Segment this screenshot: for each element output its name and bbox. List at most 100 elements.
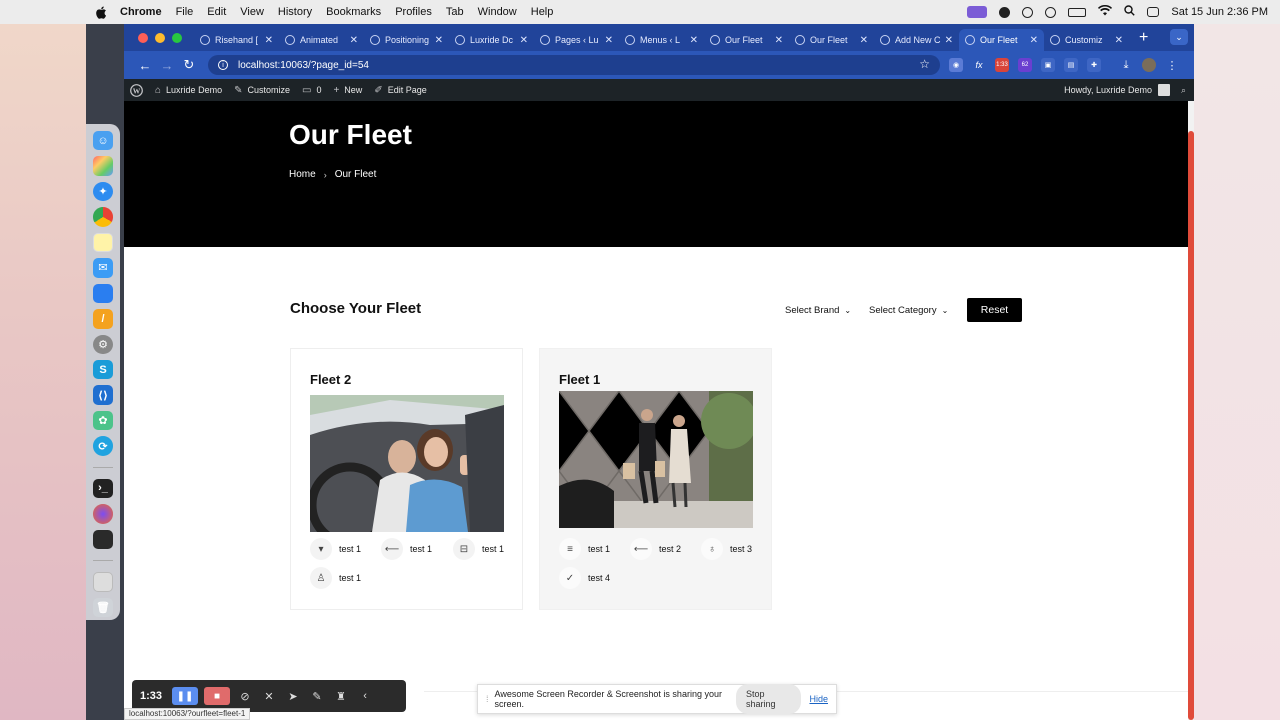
apple-icon[interactable] bbox=[94, 5, 108, 19]
checkmark-status-icon[interactable] bbox=[999, 6, 1011, 18]
wp-site-link[interactable]: ⌂ Luxride Demo bbox=[155, 85, 222, 96]
tab-close-icon[interactable]: ✕ bbox=[1030, 35, 1038, 46]
firefox-icon[interactable] bbox=[93, 504, 113, 524]
tab-close-icon[interactable]: ✕ bbox=[605, 35, 613, 46]
fleet-card[interactable]: Fleet 1 ≡ test 1 ⟵ test 2 ♁ test 3 ✓ tes… bbox=[539, 348, 772, 610]
mic-off-icon[interactable]: ✕ bbox=[260, 687, 278, 705]
recorder-extension-icon[interactable]: 1:33 bbox=[995, 58, 1009, 72]
vpn-icon[interactable] bbox=[1022, 6, 1034, 18]
fx-extension-icon[interactable]: fx bbox=[972, 58, 986, 72]
control-center-icon[interactable] bbox=[1147, 7, 1160, 17]
tab-our-fleet-1[interactable]: Our Fleet ✕ bbox=[704, 29, 789, 51]
fleet-card-image[interactable] bbox=[559, 391, 753, 528]
wp-new-link[interactable]: + New bbox=[333, 85, 362, 96]
wp-customize-link[interactable]: ✎ Customize bbox=[234, 85, 290, 96]
menu-profiles[interactable]: Profiles bbox=[395, 6, 432, 18]
downloads-folder-icon[interactable] bbox=[93, 572, 113, 592]
tab-close-icon[interactable]: ✕ bbox=[435, 35, 443, 46]
more-menu-icon[interactable]: ⋮ bbox=[1165, 58, 1179, 72]
tab-luxride-demo[interactable]: Luxride Dc ✕ bbox=[449, 29, 534, 51]
collapse-chevron-icon[interactable]: ‹ bbox=[356, 687, 374, 705]
skype-icon[interactable]: S bbox=[93, 360, 113, 380]
tab-close-icon[interactable]: ✕ bbox=[1115, 35, 1123, 46]
menubar-clock[interactable]: Sat 15 Jun 2:36 PM bbox=[1171, 6, 1268, 18]
reset-button[interactable]: Reset bbox=[967, 298, 1022, 322]
pen-icon[interactable]: ✎ bbox=[308, 687, 326, 705]
chrome-icon[interactable] bbox=[93, 207, 113, 227]
tab-close-icon[interactable]: ✕ bbox=[520, 35, 528, 46]
wp-logo-icon[interactable]: W bbox=[130, 83, 143, 97]
vscode-icon[interactable]: ⟨⟩ bbox=[93, 385, 113, 405]
close-window-icon[interactable] bbox=[138, 32, 148, 43]
battery-icon[interactable] bbox=[1068, 7, 1087, 17]
trash-icon[interactable]: 🗑 bbox=[93, 597, 113, 617]
fleet-card-title[interactable]: Fleet 2 bbox=[310, 372, 351, 387]
highlighter-icon[interactable]: ♜ bbox=[332, 687, 350, 705]
puzzle-extensions-icon[interactable]: ✚ bbox=[1087, 58, 1101, 72]
back-arrow-icon[interactable]: ← bbox=[134, 58, 156, 73]
tab-customize[interactable]: Customiz ✕ bbox=[1044, 29, 1129, 51]
wp-edit-page-link[interactable]: ✐ Edit Page bbox=[374, 85, 426, 96]
recording-thumbnail-icon[interactable] bbox=[93, 529, 113, 550]
menu-bookmarks[interactable]: Bookmarks bbox=[326, 6, 381, 18]
screen-recorder-icon[interactable] bbox=[967, 6, 988, 18]
menu-view[interactable]: View bbox=[240, 6, 264, 18]
system-settings-icon[interactable]: ⚙ bbox=[93, 334, 113, 354]
tab-close-icon[interactable]: ✕ bbox=[350, 35, 358, 46]
screen-extension-icon[interactable]: ▣ bbox=[1041, 58, 1055, 72]
tab-pages[interactable]: Pages ‹ Lu ✕ bbox=[534, 29, 619, 51]
menu-edit[interactable]: Edit bbox=[207, 6, 226, 18]
scrollbar-thumb[interactable] bbox=[1188, 131, 1194, 720]
reload-icon[interactable]: ↻ bbox=[178, 57, 200, 73]
chatgpt-icon[interactable]: ✿ bbox=[93, 410, 113, 431]
mail-icon[interactable]: ✉ bbox=[93, 258, 113, 278]
tab-close-icon[interactable]: ✕ bbox=[265, 35, 273, 46]
local-app-icon[interactable]: ⟳ bbox=[93, 436, 113, 456]
menu-help[interactable]: Help bbox=[531, 6, 554, 18]
tab-risehand[interactable]: Risehand [✕ bbox=[194, 29, 279, 51]
camera-off-icon[interactable]: ⊘ bbox=[236, 687, 254, 705]
brand-select[interactable]: Select Brand ⌄ bbox=[785, 305, 851, 316]
wp-search-icon[interactable]: ⌕ bbox=[1181, 85, 1186, 96]
wp-comments-link[interactable]: ▭ 0 bbox=[302, 85, 321, 96]
safari-icon[interactable]: ✦ bbox=[93, 181, 113, 202]
page-scrollbar[interactable] bbox=[1188, 101, 1194, 720]
tab-animated[interactable]: Animated ✕ bbox=[279, 29, 364, 51]
address-bar[interactable]: i localhost:10063/?page_id=54 ☆ bbox=[208, 55, 940, 75]
fleet-card-title[interactable]: Fleet 1 bbox=[559, 372, 600, 387]
minimize-window-icon[interactable] bbox=[155, 32, 165, 43]
tab-search-chevron-icon[interactable]: ⌄ bbox=[1170, 29, 1188, 45]
menu-window[interactable]: Window bbox=[478, 6, 517, 18]
pause-icon[interactable]: ❚❚ bbox=[172, 687, 199, 705]
maximize-window-icon[interactable] bbox=[172, 32, 182, 43]
cursor-icon[interactable]: ➤ bbox=[284, 687, 302, 705]
keynote-icon[interactable] bbox=[93, 283, 113, 304]
bookmark-star-icon[interactable]: ☆ bbox=[919, 57, 930, 71]
tab-our-fleet-2[interactable]: Our Fleet ✕ bbox=[789, 29, 874, 51]
tab-close-icon[interactable]: ✕ bbox=[690, 35, 698, 46]
tab-menus[interactable]: Menus ‹ L ✕ bbox=[619, 29, 704, 51]
hide-link[interactable]: Hide bbox=[809, 694, 828, 704]
pencil-app-icon[interactable]: / bbox=[93, 309, 113, 329]
tab-our-fleet-active[interactable]: Our Fleet ✕ bbox=[959, 29, 1044, 51]
stop-sharing-button[interactable]: Stop sharing bbox=[736, 684, 802, 714]
play-icon[interactable] bbox=[1045, 6, 1057, 18]
tab-add-new[interactable]: Add New C ✕ bbox=[874, 29, 959, 51]
site-info-icon[interactable]: i bbox=[218, 60, 228, 70]
tab-close-icon[interactable]: ✕ bbox=[860, 35, 868, 46]
menu-history[interactable]: History bbox=[278, 6, 312, 18]
forward-arrow-icon[interactable]: → bbox=[156, 58, 178, 73]
profile-avatar[interactable] bbox=[1142, 58, 1156, 72]
new-tab-button[interactable]: + bbox=[1139, 29, 1148, 47]
menu-tab[interactable]: Tab bbox=[446, 6, 464, 18]
counter-extension-icon[interactable]: 62 bbox=[1018, 58, 1032, 72]
tab-extension-icon[interactable]: ▤ bbox=[1064, 58, 1078, 72]
drag-handle-icon[interactable]: ⁞ bbox=[486, 694, 489, 704]
tab-positioning[interactable]: Positioning ✕ bbox=[364, 29, 449, 51]
spotlight-search-icon[interactable] bbox=[1124, 5, 1136, 19]
breadcrumb-home[interactable]: Home bbox=[289, 169, 316, 180]
terminal-icon[interactable]: ›_ bbox=[93, 478, 113, 499]
wp-account-menu[interactable]: Howdy, Luxride Demo bbox=[1064, 84, 1170, 96]
tab-close-icon[interactable]: ✕ bbox=[945, 35, 953, 46]
menu-file[interactable]: File bbox=[176, 6, 194, 18]
